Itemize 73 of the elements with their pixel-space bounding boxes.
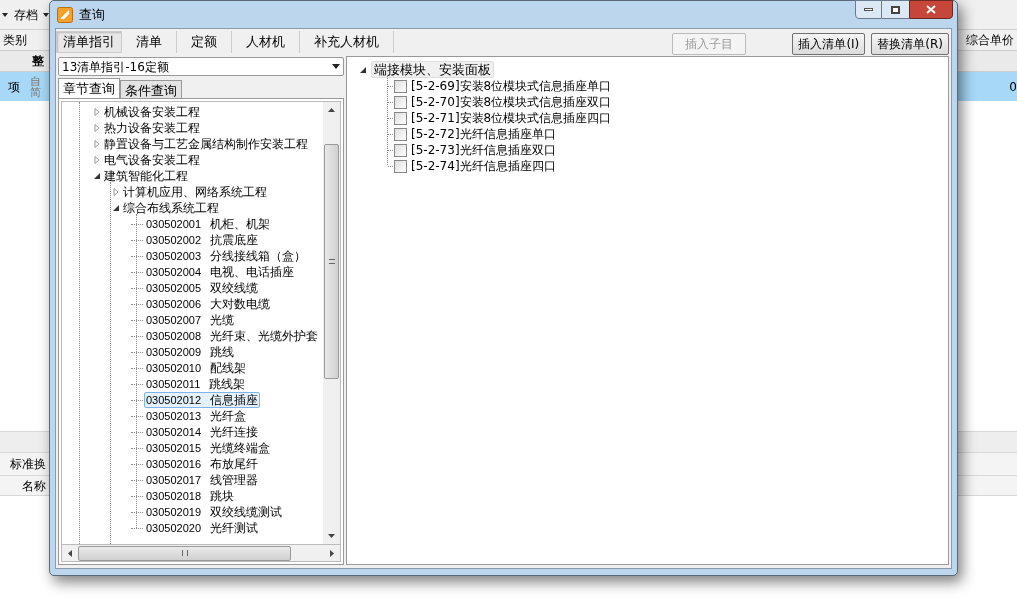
tab[interactable]: 补充人材机 bbox=[300, 31, 394, 53]
tree-item[interactable]: 030502002 抗震底座 bbox=[144, 232, 261, 248]
tree-item[interactable]: 030502019 双绞线缆测试 bbox=[144, 504, 285, 520]
tree-item[interactable]: 机械设备安装工程 bbox=[104, 103, 200, 121]
tree-item[interactable]: 030502018 跳块 bbox=[144, 488, 237, 504]
tree-item[interactable]: 030502012 信息插座 bbox=[144, 392, 261, 408]
vertical-scrollbar[interactable] bbox=[323, 102, 340, 544]
tree-item[interactable]: 静置设备与工艺金属结构制作安装工程 bbox=[104, 135, 308, 153]
close-icon bbox=[926, 5, 936, 14]
caret-icon bbox=[43, 12, 49, 17]
table-cell-text: 0 bbox=[1009, 78, 1017, 96]
close-button[interactable] bbox=[909, 0, 953, 19]
window-title: 查询 bbox=[79, 5, 105, 24]
tree-item[interactable]: 030502004 电视、电话插座 bbox=[144, 264, 297, 280]
archive-menu[interactable]: 存档 bbox=[14, 5, 49, 24]
table-cell-text: 项 bbox=[7, 78, 21, 96]
checkbox[interactable] bbox=[394, 143, 407, 157]
tree-item[interactable]: 030502014 光纤连接 bbox=[144, 424, 261, 440]
tree-item[interactable]: 电气设备安装工程 bbox=[104, 151, 200, 169]
tab[interactable]: 定额 bbox=[177, 31, 232, 53]
tree-item[interactable]: 030502015 光缆终端盒 bbox=[144, 440, 273, 456]
collapse-arrow-icon[interactable] bbox=[93, 172, 101, 180]
scroll-right-icon[interactable] bbox=[330, 549, 334, 557]
checkbox[interactable] bbox=[394, 95, 407, 109]
tree-item[interactable]: 030502020 光纤测试 bbox=[144, 520, 261, 536]
minimize-button[interactable] bbox=[855, 0, 882, 19]
table-cell-text: 整 bbox=[31, 53, 44, 70]
checkbox[interactable] bbox=[394, 127, 407, 141]
collapse-arrow-icon[interactable] bbox=[112, 204, 120, 212]
maximize-button[interactable] bbox=[882, 0, 909, 19]
scroll-left-icon[interactable] bbox=[68, 549, 72, 557]
caret-icon[interactable] bbox=[2, 12, 8, 17]
action-button[interactable]: 替换清单(R) bbox=[871, 33, 949, 55]
horizontal-scrollbar[interactable] bbox=[61, 545, 341, 562]
tree-item[interactable]: 建筑智能化工程 bbox=[104, 167, 188, 185]
checkbox[interactable] bbox=[394, 79, 407, 93]
tree-item[interactable]: 计算机应用、网络系统工程 bbox=[123, 183, 267, 201]
tree-item[interactable]: 030502007 光缆 bbox=[144, 312, 237, 328]
dropdown-arrow-icon bbox=[332, 64, 340, 69]
tab[interactable]: 标准换 bbox=[0, 455, 46, 473]
scroll-up-icon[interactable] bbox=[328, 108, 335, 112]
tree-item[interactable]: 综合布线系统工程 bbox=[123, 199, 219, 217]
column-header: 综合单价 bbox=[966, 32, 1015, 49]
scroll-down-icon[interactable] bbox=[328, 534, 335, 538]
tab[interactable]: 条件查询 bbox=[120, 80, 182, 98]
tree-item[interactable]: 030502011 跳线架 bbox=[144, 376, 248, 392]
library-dropdown[interactable]: 13清单指引-16定额 bbox=[58, 57, 344, 76]
table-cell: 自 bbox=[30, 75, 41, 87]
tree-item[interactable]: 030502009 跳线 bbox=[144, 344, 237, 360]
table-cell: 简 bbox=[30, 86, 41, 98]
tree-item[interactable]: 热力设备安装工程 bbox=[104, 119, 200, 137]
tree-item[interactable]: 030502005 双绞线缆 bbox=[144, 280, 261, 296]
checkbox[interactable] bbox=[394, 111, 407, 125]
checkbox[interactable] bbox=[394, 159, 407, 173]
column-header: 名称 bbox=[21, 477, 46, 495]
tree-item[interactable]: 030502010 配线架 bbox=[144, 360, 249, 376]
expand-arrow-icon[interactable] bbox=[112, 188, 120, 196]
app-logo-icon bbox=[57, 6, 73, 23]
tree-item[interactable]: 030502013 光纤盒 bbox=[144, 408, 249, 424]
tree-item[interactable]: 030502001 机柜、机架 bbox=[144, 216, 273, 232]
action-button[interactable]: 插入清单(I) bbox=[792, 33, 866, 55]
collapse-arrow-icon[interactable] bbox=[359, 65, 367, 74]
tree-item[interactable]: 030502008 光纤束、光缆外护套 bbox=[144, 328, 321, 344]
tree-item[interactable]: 030502016 布放尾纤 bbox=[144, 456, 261, 472]
tree-item[interactable]: 端接模块、安装面板 bbox=[371, 61, 494, 78]
column-header: 类别 bbox=[2, 32, 27, 49]
tab[interactable]: 章节查询 bbox=[58, 78, 120, 98]
tab[interactable]: 清单指引 bbox=[56, 31, 122, 53]
tree-item[interactable]: 030502003 分线接线箱（盒） bbox=[144, 248, 309, 264]
tree-item[interactable]: 030502017 线管理器 bbox=[144, 472, 261, 488]
tree-item[interactable]: 030502006 大对数电缆 bbox=[144, 296, 273, 312]
tab[interactable]: 清单 bbox=[122, 31, 177, 53]
tab[interactable]: 人材机 bbox=[232, 31, 300, 53]
